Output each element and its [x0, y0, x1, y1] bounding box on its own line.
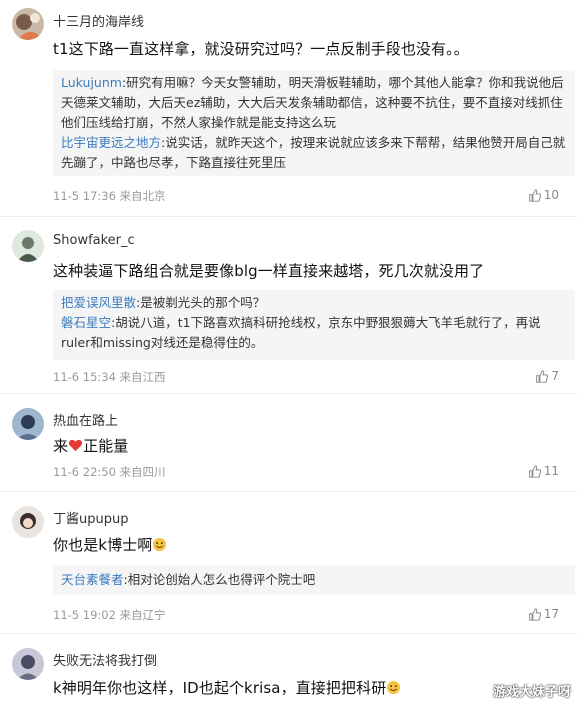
like-count: 17: [543, 607, 559, 621]
reply-text: 胡说八道，t1下路喜欢搞科研抢线权，京东中野狠狠薅大飞羊毛就行了，再说ruler…: [61, 315, 541, 350]
comment-text-body: 你也是k博士啊: [53, 536, 153, 554]
comment-meta: 11-5 17:36 来自北京: [53, 188, 166, 204]
comment-author[interactable]: Showfaker_c: [53, 233, 135, 248]
reply-thread[interactable]: Lukujunm:研究有用嘛？今天女警辅助，明天滑板鞋辅助，哪个其他人能拿？你和…: [53, 70, 575, 176]
comment-date: 11-5 19:02: [53, 608, 116, 622]
comment-author[interactable]: 热血在路上: [53, 410, 118, 429]
comment-text: 这种装逼下路组合就是要像blg一样直接来越塔，死几次就没用了: [53, 262, 485, 280]
watermark: 游戏大妹子呀: [492, 685, 571, 700]
reply-user[interactable]: 比宇宙更远之地方: [61, 135, 161, 150]
reply-item: 比宇宙更远之地方:说实话，就昨天这个，按理来说就应该多来下帮帮，结果他赞开局自己…: [61, 133, 567, 173]
avatar[interactable]: [12, 230, 44, 262]
reply-user[interactable]: 把爱误风里散: [61, 295, 136, 310]
reply-user[interactable]: 磐石星空: [61, 315, 111, 330]
like-button[interactable]: 10: [528, 188, 559, 202]
like-count: 10: [543, 188, 559, 202]
like-button[interactable]: 17: [528, 607, 559, 621]
heart-emoji-icon: [69, 439, 83, 452]
comment-text: t1这下路一直这样拿，就没研究过吗？一点反制手段也没有。。: [53, 40, 469, 58]
avatar[interactable]: [12, 8, 44, 40]
comment-text-before: 来: [53, 437, 69, 455]
comment-author[interactable]: 失败无法将我打倒: [53, 650, 157, 669]
smile-emoji-icon: [387, 680, 401, 695]
reply-item: Lukujunm:研究有用嘛？今天女警辅助，明天滑板鞋辅助，哪个其他人能拿？你和…: [61, 73, 567, 133]
comment-date: 11-5 17:36: [53, 189, 116, 203]
avatar[interactable]: [12, 648, 44, 680]
comment-meta: 11-6 22:50 来自四川: [53, 464, 166, 480]
like-count: 7: [551, 369, 559, 383]
like-button[interactable]: 11: [528, 464, 559, 478]
thumbs-up-icon: [528, 607, 541, 621]
comment-item: 丁酱upupup 你也是k博士啊 天台素餐者:相对论创始人怎么也得评个院士吧 1…: [0, 492, 577, 634]
comment-text: 来正能量: [53, 435, 128, 456]
smile-emoji-icon: [153, 537, 167, 552]
reply-item: 把爱误风里散:是被剃光头的那个吗？: [61, 293, 567, 313]
comment-text: 你也是k博士啊: [53, 534, 167, 555]
reply-item: 天台素餐者:相对论创始人怎么也得评个院士吧: [61, 570, 567, 590]
avatar[interactable]: [12, 408, 44, 440]
reply-user[interactable]: Lukujunm: [61, 75, 122, 90]
reply-text: 相对论创始人怎么也得评个院士吧: [127, 572, 316, 587]
thumbs-up-icon: [528, 188, 541, 202]
comment-author[interactable]: 丁酱upupup: [53, 508, 128, 527]
thumbs-up-icon: [536, 369, 549, 383]
comment-item: 热血在路上 来正能量 11-6 22:50 来自四川 11: [0, 394, 577, 492]
comment-text-after: 正能量: [83, 437, 129, 455]
comment-text-body: k神明年你也这样，ID也起个krisa，直接把把科研: [53, 679, 387, 697]
comment-item: Showfaker_c 这种装逼下路组合就是要像blg一样直接来越塔，死几次就没…: [0, 217, 577, 394]
thumbs-up-icon: [528, 464, 541, 478]
avatar[interactable]: [12, 506, 44, 538]
comment-text: k神明年你也这样，ID也起个krisa，直接把把科研: [53, 677, 401, 698]
comment-meta: 11-6 15:34 来自江西: [53, 369, 166, 385]
comment-date: 11-6 22:50: [53, 465, 116, 479]
comment-author[interactable]: 十三月的海岸线: [53, 11, 144, 30]
like-count: 11: [543, 464, 559, 478]
comment-location: 来自江西: [119, 370, 166, 384]
comment-date: 11-6 15:34: [53, 370, 116, 384]
comment-location: 来自北京: [119, 189, 166, 203]
comment-location: 来自四川: [119, 465, 166, 479]
reply-item: 磐石星空:胡说八道，t1下路喜欢搞科研抢线权，京东中野狠狠薅大飞羊毛就行了，再说…: [61, 313, 567, 353]
comment-item: 十三月的海岸线 t1这下路一直这样拿，就没研究过吗？一点反制手段也没有。。 Lu…: [0, 0, 577, 217]
like-button[interactable]: 7: [535, 369, 559, 383]
comment-location: 来自辽宁: [119, 608, 166, 622]
reply-text: 是被剃光头的那个吗？: [140, 295, 266, 310]
reply-text: 研究有用嘛？今天女警辅助，明天滑板鞋辅助，哪个其他人能拿？你和我说他后天德莱文辅…: [61, 75, 564, 130]
comment-item: 失败无法将我打倒 k神明年你也这样，ID也起个krisa，直接把把科研: [0, 634, 577, 708]
reply-thread[interactable]: 天台素餐者:相对论创始人怎么也得评个院士吧: [53, 565, 575, 595]
comment-meta: 11-5 19:02 来自辽宁: [53, 607, 166, 623]
reply-user[interactable]: 天台素餐者: [61, 572, 124, 587]
reply-thread[interactable]: 把爱误风里散:是被剃光头的那个吗？ 磐石星空:胡说八道，t1下路喜欢搞科研抢线权…: [53, 290, 575, 360]
